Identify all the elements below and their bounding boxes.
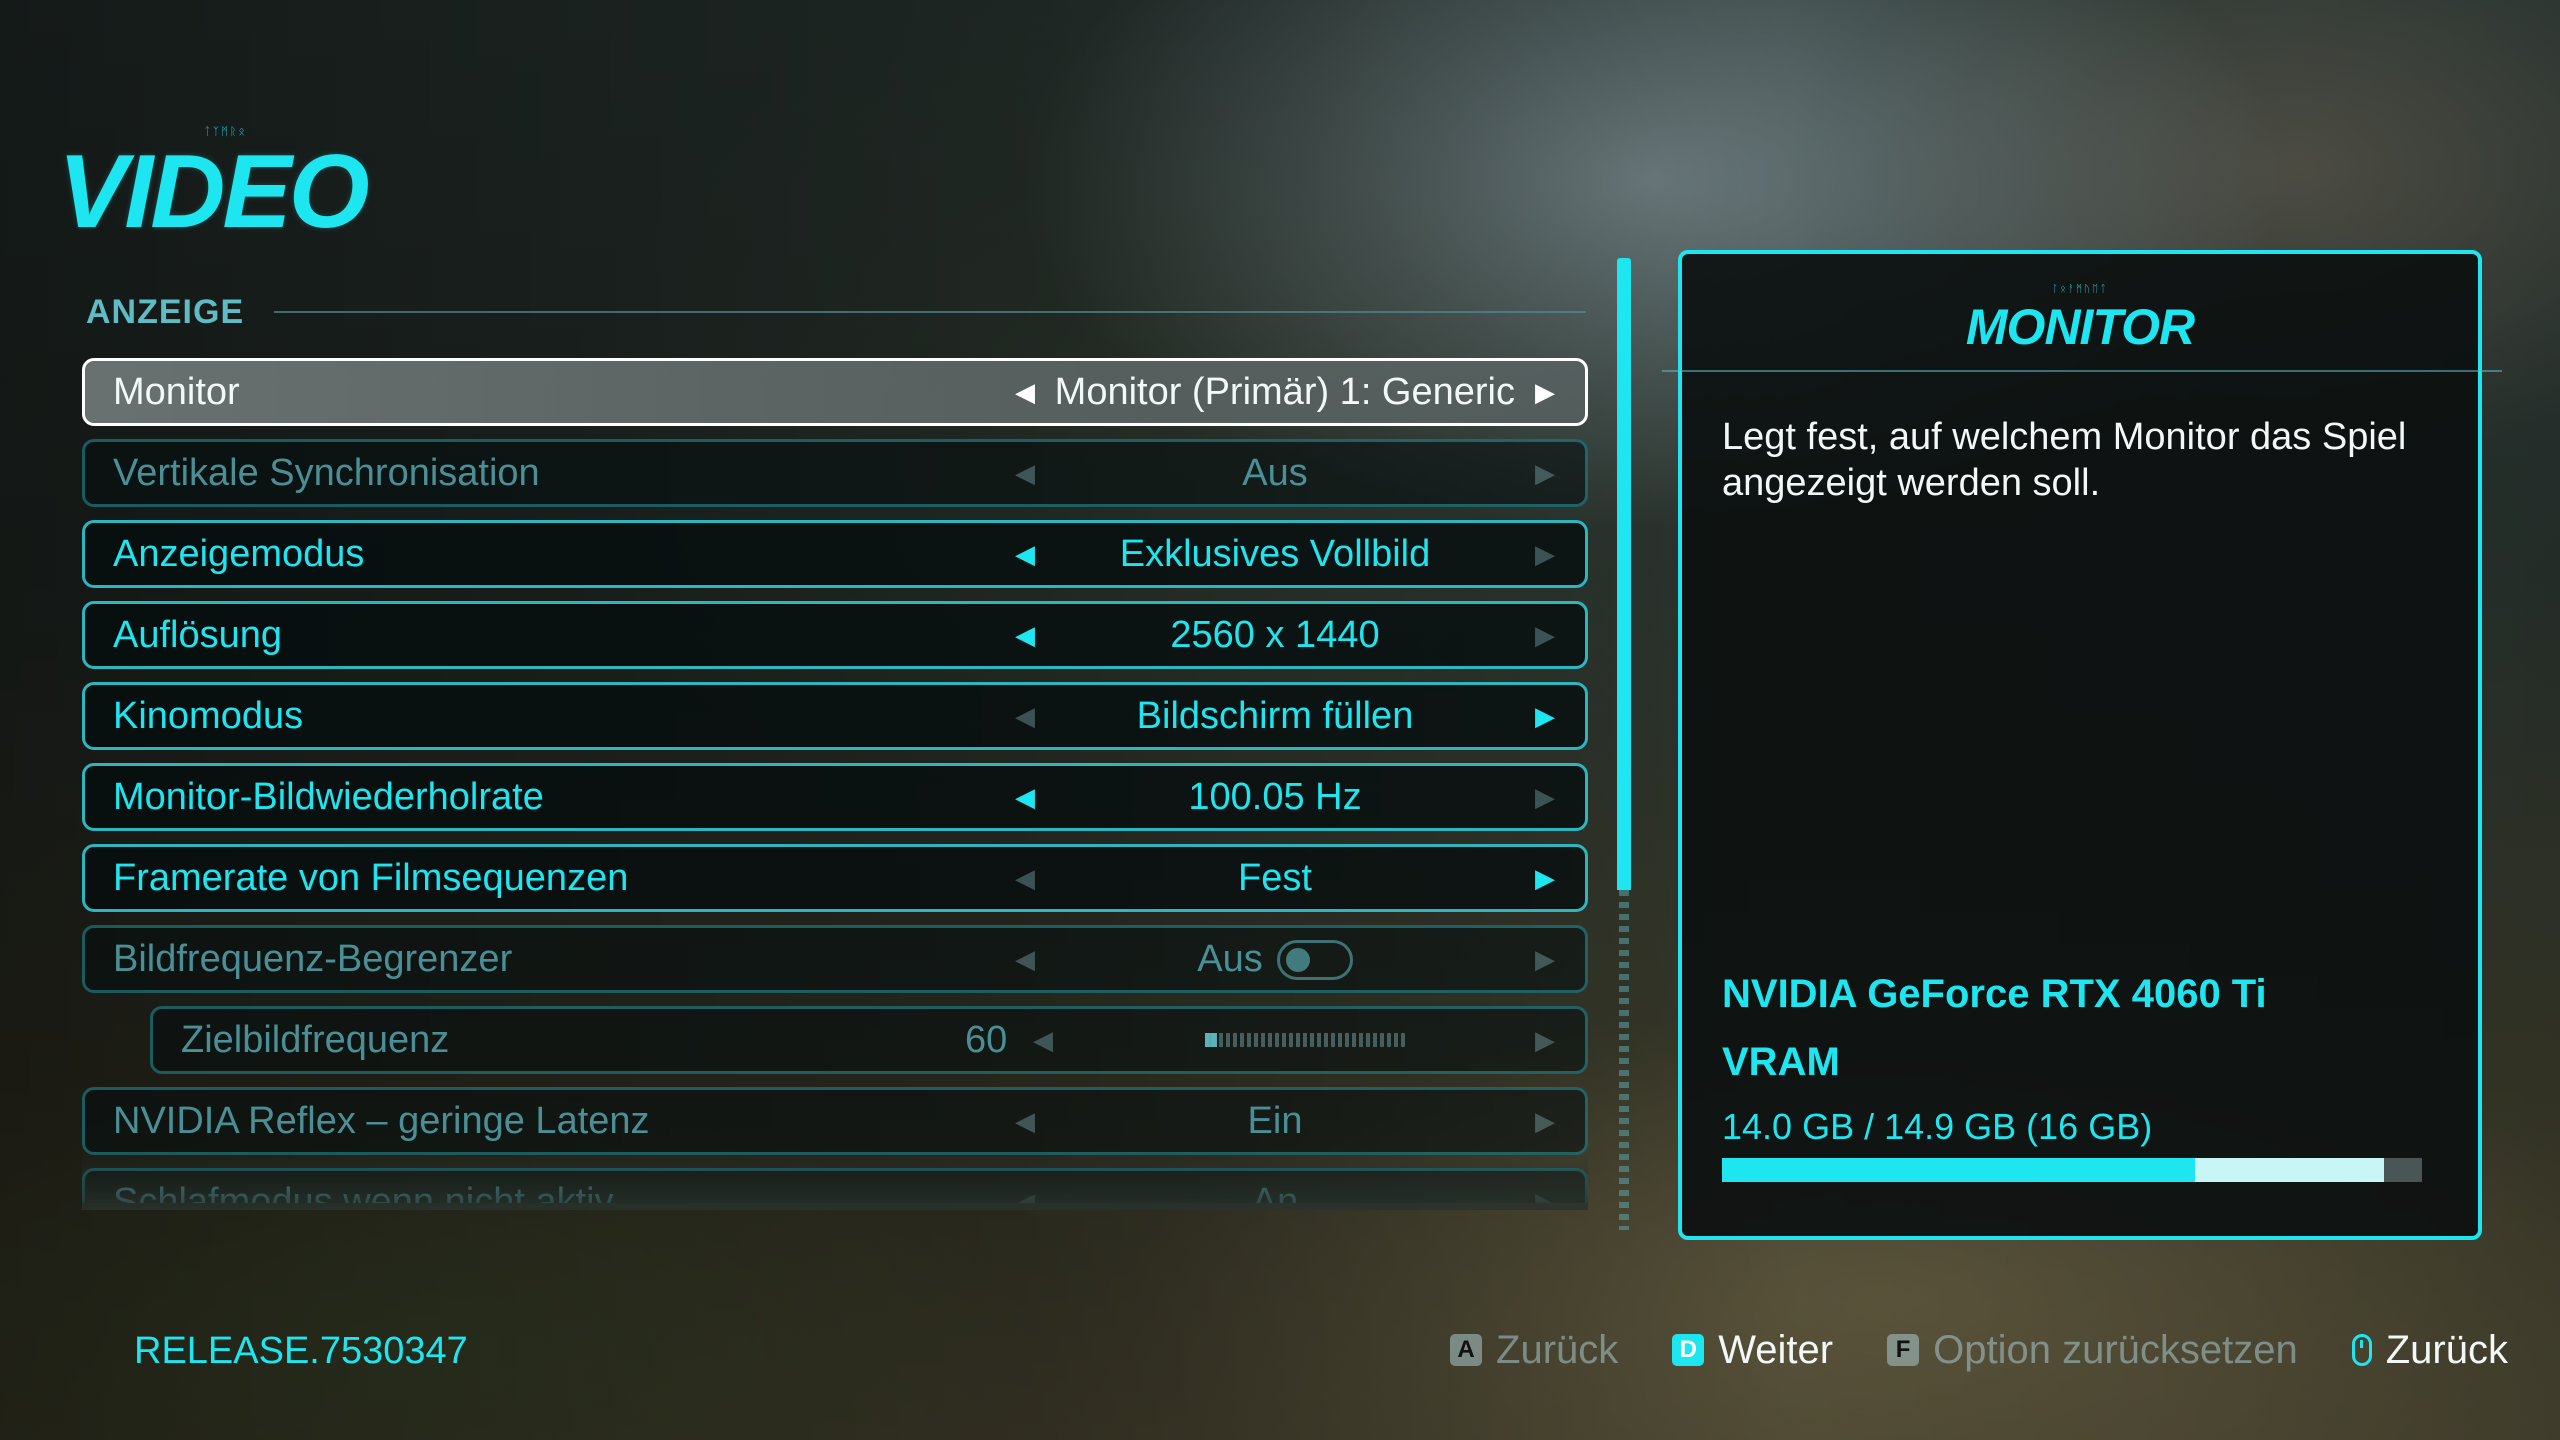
setting-value-box: PnP Monitor (Primär) 1: Generic [1045, 371, 1515, 414]
setting-label: Kinomodus [113, 694, 304, 737]
release-version: RELEASE.7530347 [134, 1330, 468, 1372]
setting-slider[interactable] [1205, 1033, 1405, 1047]
arrow-left-icon[interactable]: ◀ [1015, 863, 1035, 894]
setting-value-box: 100.05 Hz [1045, 776, 1505, 819]
setting-value-box: Fest [1045, 857, 1505, 900]
vram-bar-used [1722, 1158, 2195, 1182]
panel-divider [1662, 370, 2502, 372]
arrow-left-icon[interactable]: ◀ [1015, 701, 1035, 732]
arrow-left-icon[interactable]: ◀ [1015, 1106, 1035, 1137]
vram-value: 14.0 GB / 14.9 GB (16 GB) [1722, 1106, 2153, 1147]
arrow-left-icon[interactable]: ◀ [1015, 539, 1035, 570]
setting-row[interactable]: NVIDIA Reflex – geringe Latenz ◀ ▶ Ein [82, 1087, 1588, 1155]
arrow-right-icon[interactable]: ▶ [1535, 377, 1555, 408]
setting-value-box: Bildschirm füllen [1045, 695, 1505, 738]
setting-row[interactable]: Monitor ◀ ▶ PnP Monitor (Primär) 1: Generic [82, 358, 1588, 426]
setting-label: Zielbildfrequenz [181, 1018, 450, 1061]
arrow-left-icon[interactable]: ◀ [1015, 944, 1035, 975]
vram-bar [1722, 1158, 2422, 1182]
arrow-right-icon[interactable]: ▶ [1535, 458, 1555, 489]
setting-value-box: Exklusives Vollbild [1045, 533, 1505, 576]
setting-value: Aus [1242, 451, 1308, 494]
setting-value: PnP Monitor (Primär) 1: Generic [1045, 370, 1515, 413]
setting-label: Monitor [113, 370, 240, 413]
setting-label: Framerate von Filmsequenzen [113, 856, 629, 899]
setting-label: Vertikale Synchronisation [113, 451, 540, 494]
setting-row[interactable]: Auflösung ◀ ▶ 2560 x 1440 [82, 601, 1588, 669]
mouse-icon [2351, 1334, 2372, 1366]
vram-bar-other [2194, 1158, 2384, 1182]
arrow-right-icon[interactable]: ▶ [1535, 782, 1555, 813]
setting-value-box: Aus [1045, 938, 1505, 981]
setting-value-box: Ein [1045, 1100, 1505, 1143]
arrow-right-icon[interactable]: ▶ [1535, 620, 1555, 651]
key-f-icon: F [1887, 1334, 1920, 1366]
setting-value: Bildschirm füllen [1136, 694, 1414, 737]
setting-label: Auflösung [113, 613, 283, 656]
setting-value: Exklusives Vollbild [1119, 532, 1431, 575]
arrow-left-icon[interactable]: ◀ [1033, 1025, 1053, 1056]
setting-value-box: 2560 x 1440 [1045, 614, 1505, 657]
setting-value: Fest [1238, 856, 1312, 899]
list-fade [82, 1150, 1588, 1210]
setting-row[interactable]: Bildfrequenz-Begrenzer ◀ ▶ Aus [82, 925, 1588, 993]
arrow-left-icon[interactable]: ◀ [1015, 620, 1035, 651]
footer-hint[interactable]: F Option zurücksetzen [1887, 1328, 2298, 1373]
footer-hint[interactable]: D Weiter [1672, 1328, 1833, 1373]
section-label: ANZEIGE [86, 292, 245, 331]
arrow-left-icon[interactable]: ◀ [1015, 377, 1035, 408]
arrow-right-icon[interactable]: ▶ [1535, 863, 1555, 894]
vram-label: VRAM [1722, 1040, 1840, 1084]
setting-row[interactable]: Monitor-Bildwiederholrate ◀ ▶ 100.05 Hz [82, 763, 1588, 831]
footer-hint-label: Zurück [2385, 1327, 2508, 1372]
arrow-right-icon[interactable]: ▶ [1535, 701, 1555, 732]
footer-hints: A Zurück D Weiter F Option zurücksetzen Zurück [1450, 1322, 2508, 1378]
scrollbar[interactable] [1617, 258, 1631, 890]
setting-row[interactable]: Kinomodus ◀ ▶ Bildschirm füllen [82, 682, 1588, 750]
setting-row[interactable]: Zielbildfrequenz ◀ ▶ 60 [150, 1006, 1588, 1074]
arrow-right-icon[interactable]: ▶ [1535, 944, 1555, 975]
footer-hint-label: Option zurücksetzen [1933, 1327, 2298, 1372]
setting-value: Aus [1197, 937, 1263, 980]
setting-value: 100.05 Hz [1188, 775, 1362, 818]
info-panel: ᛚᛟᚨᛗᚢᛖᛏ MONITOR Legt fest, auf welchem M… [1662, 250, 2502, 1240]
setting-label: Anzeigemodus [113, 532, 365, 575]
settings-list[interactable]: Monitor ◀ ▶ PnP Monitor (Primär) 1: Generic… [82, 358, 1588, 1203]
scrollbar-track [1619, 890, 1629, 1230]
toggle-knob [1285, 948, 1310, 973]
section-divider [274, 311, 1586, 313]
footer-hint-label: Zurück [1496, 1327, 1619, 1372]
setting-row[interactable]: Anzeigemodus ◀ ▶ Exklusives Vollbild [82, 520, 1588, 588]
footer-hint[interactable]: A Zurück [1450, 1328, 1618, 1373]
footer-hint[interactable]: Zurück [2351, 1327, 2508, 1373]
panel-description: Legt fest, auf welchem Monitor das Spiel… [1722, 416, 2407, 504]
panel-glyph: ᛚᛟᚨᛗᚢᛖᛏ [2052, 284, 2108, 295]
setting-label: NVIDIA Reflex – geringe Latenz [113, 1099, 650, 1142]
setting-row[interactable]: Vertikale Synchronisation ◀ ▶ Aus [82, 439, 1588, 507]
setting-row[interactable]: Framerate von Filmsequenzen ◀ ▶ Fest [82, 844, 1588, 912]
arrow-right-icon[interactable]: ▶ [1535, 1025, 1555, 1056]
setting-label: Bildfrequenz-Begrenzer [113, 937, 513, 980]
setting-value: Ein [1247, 1099, 1303, 1142]
arrow-right-icon[interactable]: ▶ [1535, 539, 1555, 570]
slider-fill [1205, 1033, 1217, 1047]
footer-hint-label: Weiter [1718, 1327, 1834, 1372]
setting-label: Monitor-Bildwiederholrate [113, 775, 544, 818]
panel-title: MONITOR [1965, 299, 2195, 355]
page-title: VIDEO [58, 134, 370, 250]
setting-value: 60 [965, 1018, 1008, 1061]
key-d-icon: D [1672, 1334, 1705, 1366]
arrow-left-icon[interactable]: ◀ [1015, 458, 1035, 489]
gpu-name: NVIDIA GeForce RTX 4060 Ti [1722, 972, 2267, 1016]
toggle-switch[interactable] [1276, 940, 1353, 981]
section-header: ANZEIGE [86, 292, 1586, 332]
key-a-icon: A [1450, 1334, 1483, 1366]
setting-value-box: Aus [1045, 452, 1505, 495]
setting-value: 2560 x 1440 [1170, 613, 1380, 656]
arrow-left-icon[interactable]: ◀ [1015, 782, 1035, 813]
arrow-right-icon[interactable]: ▶ [1535, 1106, 1555, 1137]
